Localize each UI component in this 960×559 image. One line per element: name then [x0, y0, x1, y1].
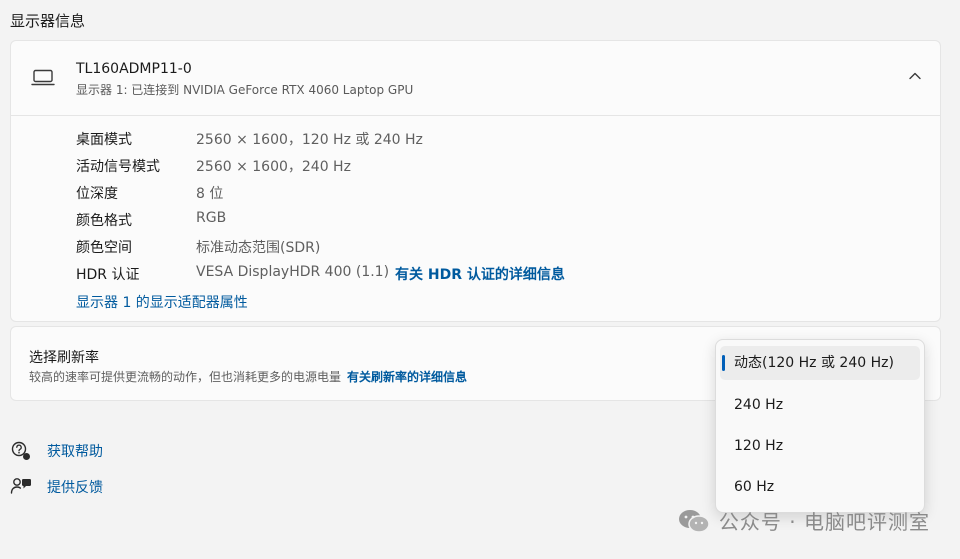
- info-value: 标准动态范围(SDR): [196, 240, 321, 256]
- info-value: 2560 × 1600，240 Hz: [196, 159, 351, 175]
- hdr-details-link[interactable]: 有关 HDR 认证的详细信息: [395, 264, 565, 284]
- info-value: RGB: [196, 210, 227, 226]
- info-row-bit-depth: 位深度 8 位: [76, 183, 223, 203]
- info-key: 桌面模式: [76, 132, 132, 148]
- adapter-properties-link[interactable]: 显示器 1 的显示适配器属性: [76, 292, 248, 312]
- info-row-active-signal-mode: 活动信号模式 2560 × 1600，240 Hz: [76, 156, 351, 176]
- help-icon: [11, 441, 30, 460]
- watermark: 公众号 · 电脑吧评测室: [677, 506, 930, 535]
- info-row-color-space: 颜色空间 标准动态范围(SDR): [76, 237, 320, 257]
- info-value: 2560 × 1600，120 Hz 或 240 Hz: [196, 132, 423, 148]
- refresh-option-dynamic[interactable]: 动态(120 Hz 或 240 Hz): [720, 346, 920, 380]
- adapter-properties-row: 显示器 1 的显示适配器属性: [76, 292, 248, 312]
- info-row-color-format: 颜色格式 RGB: [76, 210, 226, 230]
- display-card-header[interactable]: TL160ADMP11-0 显示器 1: 已连接到 NVIDIA GeForce…: [11, 41, 940, 116]
- info-key: 位深度: [76, 186, 118, 202]
- watermark-text: 公众号 · 电脑吧评测室: [718, 510, 930, 534]
- display-name: TL160ADMP11-0: [76, 61, 192, 77]
- refresh-rate-description: 较高的速率可提供更流畅的动作，但也消耗更多的电源电量 有关刷新率的详细信息: [29, 368, 467, 385]
- feedback-icon: [10, 478, 31, 494]
- info-key: 颜色格式: [76, 213, 132, 229]
- refresh-rate-title: 选择刷新率: [29, 350, 99, 366]
- feedback-link[interactable]: 提供反馈: [47, 477, 103, 497]
- chevron-up-icon[interactable]: [908, 71, 922, 81]
- info-row-hdr-certification: HDR 认证 VESA DisplayHDR 400 (1.1) 有关 HDR …: [76, 264, 565, 284]
- refresh-description-text: 较高的速率可提供更流畅的动作，但也消耗更多的电源电量: [29, 370, 342, 384]
- refresh-details-link[interactable]: 有关刷新率的详细信息: [347, 370, 467, 384]
- refresh-option-120hz[interactable]: 120 Hz: [720, 429, 920, 463]
- info-value: VESA DisplayHDR 400 (1.1): [196, 264, 390, 280]
- refresh-option-240hz[interactable]: 240 Hz: [720, 388, 920, 422]
- refresh-rate-dropdown[interactable]: 动态(120 Hz 或 240 Hz) 240 Hz 120 Hz 60 Hz: [715, 339, 925, 513]
- info-key: 活动信号模式: [76, 159, 160, 175]
- info-key: HDR 认证: [76, 267, 140, 283]
- get-help-link[interactable]: 获取帮助: [47, 441, 103, 461]
- get-help-row[interactable]: 获取帮助: [10, 440, 103, 462]
- section-title: 显示器信息: [10, 12, 86, 30]
- display-info-card: TL160ADMP11-0 显示器 1: 已连接到 NVIDIA GeForce…: [10, 40, 941, 322]
- display-subtitle: 显示器 1: 已连接到 NVIDIA GeForce RTX 4060 Lapt…: [76, 83, 414, 97]
- monitor-icon: [31, 69, 55, 86]
- info-row-desktop-mode: 桌面模式 2560 × 1600，120 Hz 或 240 Hz: [76, 129, 423, 149]
- feedback-row[interactable]: 提供反馈: [10, 476, 103, 498]
- refresh-option-60hz[interactable]: 60 Hz: [720, 470, 920, 504]
- info-key: 颜色空间: [76, 240, 132, 256]
- info-value: 8 位: [196, 186, 224, 202]
- wechat-icon: [678, 509, 710, 533]
